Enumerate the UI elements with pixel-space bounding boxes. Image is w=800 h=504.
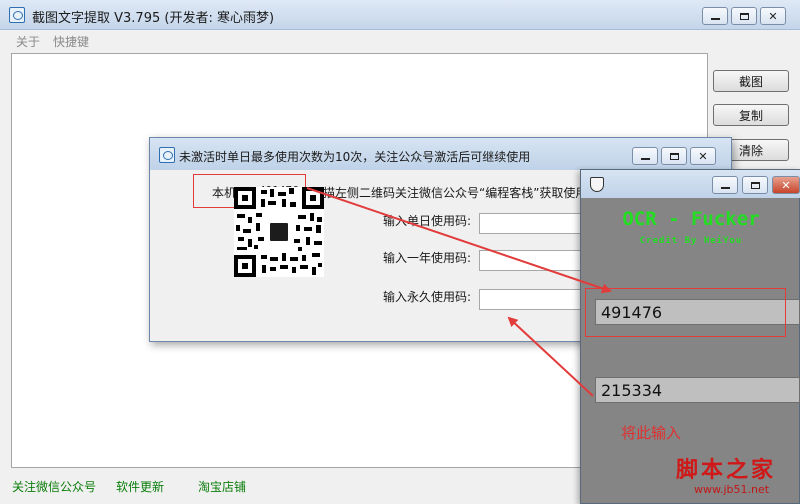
ocr-id-highlight	[585, 288, 786, 337]
follow-wechat-link[interactable]: 关注微信公众号	[12, 478, 96, 495]
capture-button[interactable]: 截图	[713, 70, 789, 92]
minimize-icon	[710, 18, 720, 20]
shield-icon	[590, 177, 604, 192]
maximize-icon	[750, 181, 760, 189]
dialog-title: 未激活时单日最多使用次数为10次，关注公众号激活后可继续使用	[179, 150, 531, 164]
scan-instruction: 扫描左侧二维码关注微信公众号“编程客栈”获取使用	[311, 186, 588, 200]
maximize-icon	[739, 12, 749, 20]
close-icon: ✕	[698, 149, 708, 163]
close-icon: ✕	[768, 9, 778, 23]
software-update-link[interactable]: 软件更新	[116, 478, 164, 495]
menu-about[interactable]: 关于	[16, 33, 40, 50]
close-button[interactable]: ✕	[760, 7, 786, 25]
enter-here-hint: 将此输入	[621, 424, 682, 442]
permanent-code-label: 输入永久使用码:	[383, 290, 472, 304]
minimize-icon	[640, 158, 650, 160]
copy-button[interactable]: 复制	[713, 104, 789, 126]
ocr-maximize-button[interactable]	[742, 176, 768, 194]
dialog-minimize-button[interactable]	[632, 147, 658, 165]
main-titlebar[interactable]: 截图文字提取 V3.795 (开发者: 寒心雨梦) ✕	[0, 0, 800, 30]
capture-app-icon	[9, 7, 25, 23]
minimize-icon	[720, 187, 730, 189]
ocr-tool-credit: Credit By HeiYou	[639, 236, 743, 246]
menu-bar: 关于 快捷键	[0, 31, 800, 51]
qr-center-logo	[268, 221, 290, 243]
maximize-icon	[669, 152, 679, 160]
ocr-minimize-button[interactable]	[712, 176, 738, 194]
minimize-button[interactable]	[702, 7, 728, 25]
capture-app-icon	[159, 147, 175, 163]
main-window-title: 截图文字提取 V3.795 (开发者: 寒心雨梦)	[32, 11, 275, 26]
yearly-code-label: 输入一年使用码:	[383, 251, 472, 265]
watermark-text: 脚本之家	[676, 457, 777, 483]
dialog-close-button[interactable]: ✕	[690, 147, 716, 165]
watermark-url: www.jb51.net	[694, 483, 770, 496]
wechat-qr-code	[234, 187, 324, 277]
dialog-maximize-button[interactable]	[661, 147, 687, 165]
maximize-button[interactable]	[731, 7, 757, 25]
ocr-close-button[interactable]: ✕	[772, 176, 800, 194]
ocr-code-output[interactable]: 215334	[595, 377, 800, 403]
site-watermark: 脚本之家 www.jb51.net	[672, 452, 800, 504]
daily-code-label: 输入单日使用码:	[383, 214, 472, 228]
dialog-titlebar[interactable]: 未激活时单日最多使用次数为10次，关注公众号激活后可继续使用 ✕	[150, 138, 731, 170]
ocr-titlebar[interactable]: ✕	[581, 170, 800, 198]
close-icon: ✕	[781, 178, 791, 192]
menu-shortcuts[interactable]: 快捷键	[53, 33, 89, 50]
taobao-shop-link[interactable]: 淘宝店铺	[198, 478, 246, 495]
ocr-tool-title: OCR - Fucker	[622, 208, 760, 230]
